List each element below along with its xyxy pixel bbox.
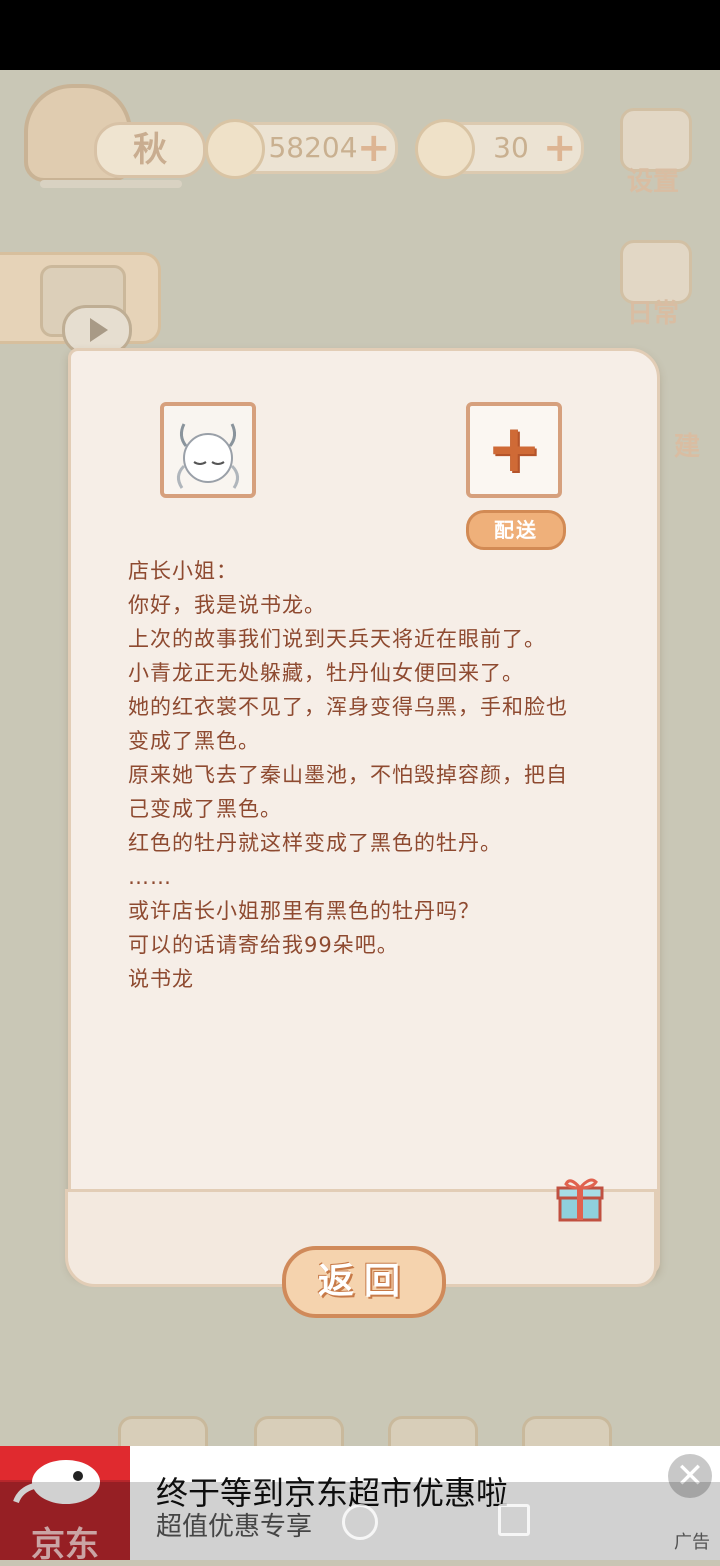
recents-nav-icon[interactable] [498,1504,530,1536]
cheese-counter[interactable]: 30 + [415,119,584,179]
sender-avatar [160,402,256,498]
letter-line: 她的红衣裳不见了，浑身变得乌黑，手和脸也 [128,695,568,719]
season-label: 秋 [94,122,206,178]
status-bar [0,0,720,70]
season-indicator[interactable]: 秋 [24,84,206,192]
add-fish-coin-button[interactable]: + [357,125,391,171]
video-reward-button[interactable] [0,252,161,355]
letter-line: 可以的话请寄给我99朵吧。 [128,933,399,957]
deliver-button[interactable]: 配送 [466,510,566,550]
shelf-slot [522,1416,612,1449]
shelf-slot [118,1416,208,1449]
back-button[interactable]: 返回 [282,1246,446,1318]
shelf-slot [388,1416,478,1449]
letter-line: 或许店长小姐那里有黑色的牡丹吗？ [128,899,480,923]
add-cheese-button[interactable]: + [543,125,577,171]
plus-icon: + [486,410,542,487]
letter-line: 你好，我是说书龙。 [128,593,326,617]
letter-line: 店长小姐： [128,559,238,583]
letter-line: 己变成了黑色。 [128,797,282,821]
shelf-slot [254,1416,344,1449]
season-progress-bar [40,180,182,188]
letter-line: …… [128,865,172,889]
letter-line: 小青龙正无处躲藏，牡丹仙女便回来了。 [128,661,524,685]
cheese-value: 30 [493,131,529,164]
letter-line: 上次的故事我们说到天兵天将近在眼前了。 [128,627,546,651]
letter-line: 原来她飞去了秦山墨池，不怕毁掉容颜，把自 [128,763,568,787]
daily-button[interactable]: 日常 [614,240,692,330]
cheese-icon [415,119,475,179]
daily-label: 日常 [626,299,679,329]
letter-line: 变成了黑色。 [128,729,260,753]
fish-bone-icon [205,119,265,179]
add-item-slot[interactable]: + [466,402,562,498]
home-nav-icon[interactable] [342,1504,378,1540]
fish-coin-value: 58204 [268,131,358,164]
letter-line: 说书龙 [128,967,194,991]
settings-button[interactable]: 设置 [614,108,692,198]
letter-body: 店长小姐： 你好，我是说书龙。 上次的故事我们说到天兵天将近在眼前了。 小青龙正… [128,554,608,996]
system-nav-bar [0,1482,720,1560]
settings-label: 设置 [626,167,679,197]
fish-coin-counter[interactable]: 58204 + [205,119,398,179]
gift-icon[interactable] [552,1176,604,1222]
letter-line: 红色的牡丹就这样变成了黑色的牡丹。 [128,831,502,855]
